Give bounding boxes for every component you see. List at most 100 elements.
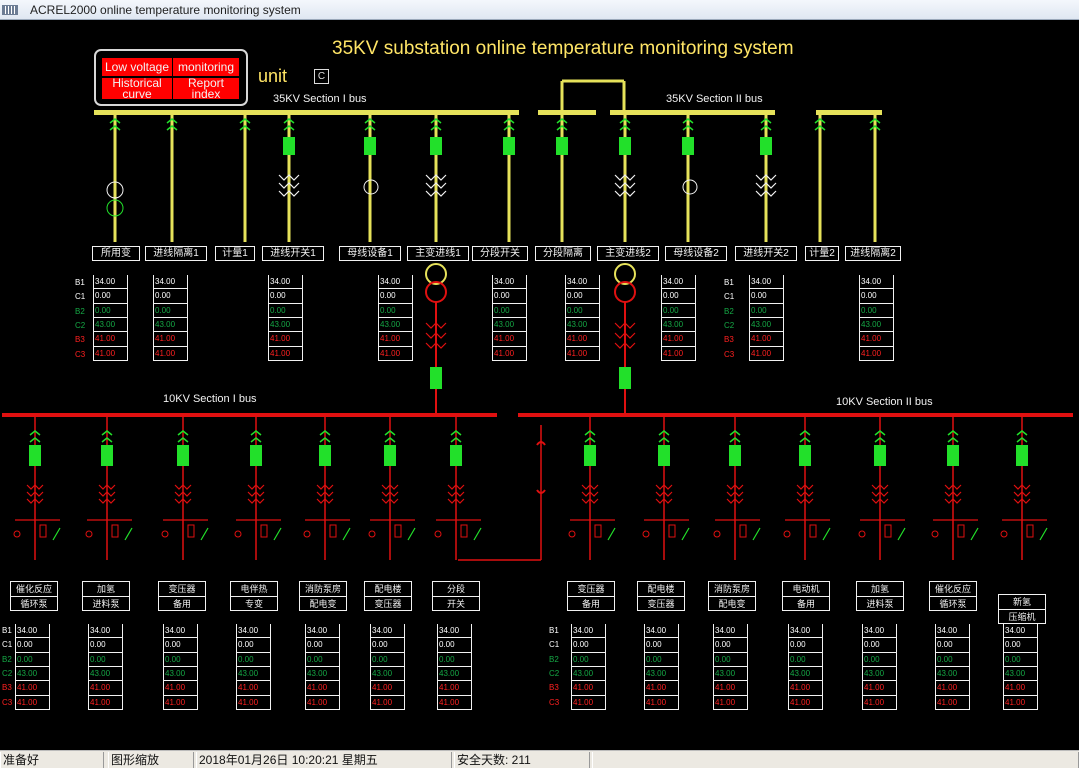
temperature-value-c2: 43.00 (1003, 667, 1038, 682)
bottom-feeder-label-line1: 电动机 (783, 582, 829, 597)
lv-arrester-3 (260, 524, 268, 538)
status-zoom: 图形缩放 (108, 752, 194, 768)
temperature-value-b2: 0.00 (749, 304, 784, 318)
phase-label-c1: C1 (75, 292, 86, 302)
pt-circle-2 (682, 179, 698, 195)
bottom-feeder-label-0[interactable]: 催化反应 循环泵 (10, 581, 58, 611)
temperature-value-b3: 41.00 (492, 332, 527, 347)
temperature-value-c1: 0.00 (935, 638, 970, 653)
temperature-value-c3: 41.00 (437, 696, 472, 710)
report-index-button[interactable]: Report index (173, 78, 239, 99)
temperature-value-c1: 0.00 (1003, 638, 1038, 653)
bottom-feeder-label-9[interactable]: 消防泵房 配电变 (708, 581, 756, 611)
top-feeder-label-6[interactable]: 分段开关 (472, 246, 528, 261)
temperature-value-c2: 43.00 (268, 318, 303, 333)
bottom-feeder-label-11[interactable]: 加氢 进料泵 (856, 581, 904, 611)
bottom-reading-box-2: 34.00 0.00 0.00 43.00 41.00 41.00 (163, 624, 198, 710)
top-feeder-label-1[interactable]: 进线隔离1 (145, 246, 207, 261)
temperature-value-c2: 43.00 (565, 318, 600, 333)
top-feeder-label-11[interactable]: 计量2 (805, 246, 839, 261)
top-feeder-label-4[interactable]: 母线设备1 (339, 246, 401, 261)
top-feeder-label-2[interactable]: 计量1 (215, 246, 255, 261)
hv-bus-2b (816, 110, 882, 115)
lv-meter-8 (642, 530, 650, 538)
top-feeder-label-8[interactable]: 主变进线2 (597, 246, 659, 261)
top-feeder-label-10[interactable]: 进线开关2 (735, 246, 797, 261)
historical-curve-button[interactable]: Historical curve (102, 78, 172, 99)
temperature-value-c2: 43.00 (370, 667, 405, 682)
temperature-value-c1: 0.00 (268, 289, 303, 304)
temperature-value-c2: 43.00 (15, 667, 50, 682)
status-datetime: 2018年01月26日 10:20:21 星期五 (196, 752, 452, 768)
lv-meter-12 (931, 530, 939, 538)
temperature-value-b2: 0.00 (93, 304, 128, 318)
temperature-value-b3: 41.00 (268, 332, 303, 347)
bottom-reading-box-7: 34.00 0.00 0.00 43.00 41.00 41.00 (571, 624, 606, 710)
bottom-feeder-label-4[interactable]: 消防泵房 配电变 (299, 581, 347, 611)
temperature-value-c1: 0.00 (492, 289, 527, 304)
bottom-feeder-label-13[interactable]: 新氢 压缩机 (998, 594, 1046, 624)
temperature-value-c3: 41.00 (713, 696, 748, 710)
lv-meter-9 (713, 530, 721, 538)
temperature-value-c3: 41.00 (153, 347, 188, 361)
lv-switch-13 (1039, 527, 1048, 541)
temperature-value-b1: 34.00 (749, 275, 784, 290)
temperature-value-b2: 0.00 (492, 304, 527, 318)
temperature-value-b1: 34.00 (862, 624, 897, 639)
temperature-value-b1: 34.00 (713, 624, 748, 639)
bottom-reading-box-13: 34.00 0.00 0.00 43.00 41.00 41.00 (1003, 624, 1038, 710)
bottom-feeder-label-5[interactable]: 配电楼 变压器 (364, 581, 412, 611)
hv-bus-2 (610, 110, 775, 115)
unit-selector[interactable]: C (314, 69, 329, 84)
temperature-value-c3: 41.00 (859, 347, 894, 361)
temperature-value-c1: 0.00 (788, 638, 823, 653)
temperature-value-c1: 0.00 (153, 289, 188, 304)
bottom-feeder-label-12[interactable]: 催化反应 循环泵 (929, 581, 977, 611)
temperature-value-b3: 41.00 (370, 681, 405, 696)
temperature-value-c1: 0.00 (749, 289, 784, 304)
bottom-feeder-label-line1: 消防泵房 (300, 582, 346, 597)
bottom-feeder-label-2[interactable]: 变压器 备用 (158, 581, 206, 611)
lv-switch-6 (473, 527, 482, 541)
top-feeder-label-12[interactable]: 进线隔离2 (845, 246, 901, 261)
temperature-value-b1: 34.00 (661, 275, 696, 290)
top-feeder-label-3[interactable]: 进线开关1 (262, 246, 324, 261)
top-feeder-label-7[interactable]: 分段隔离 (535, 246, 591, 261)
lv-arrester-0 (39, 524, 47, 538)
bottom-feeder-label-10[interactable]: 电动机 备用 (782, 581, 830, 611)
top-feeder-label-0[interactable]: 所用变 (92, 246, 140, 261)
temperature-value-c1: 0.00 (370, 638, 405, 653)
temperature-value-b1: 34.00 (644, 624, 679, 639)
lv-meter-7 (568, 530, 576, 538)
bottom-feeder-label-line1: 配电楼 (365, 582, 411, 597)
temperature-value-b3: 41.00 (749, 332, 784, 347)
top-reading-box-7: 34.00 0.00 0.00 43.00 41.00 41.00 (749, 275, 784, 361)
bottom-feeder-label-8[interactable]: 配电楼 变压器 (637, 581, 685, 611)
temperature-value-b3: 41.00 (236, 681, 271, 696)
top-feeder-label-5[interactable]: 主变进线1 (407, 246, 469, 261)
lv-meter-11 (858, 530, 866, 538)
temperature-value-c3: 41.00 (862, 696, 897, 710)
temperature-value-b1: 34.00 (153, 275, 188, 290)
lv-meter-3 (234, 530, 242, 538)
low-voltage-monitoring-button-right[interactable]: monitoring (173, 58, 239, 76)
temperature-value-c3: 41.00 (788, 696, 823, 710)
phase-labels-bottom-2: B1 C1 B2 C2 B3 C3 (549, 624, 567, 710)
lv-bus-1 (2, 413, 497, 417)
temperature-value-b3: 41.00 (565, 332, 600, 347)
bottom-feeder-label-3[interactable]: 电伴热 专变 (230, 581, 278, 611)
phase-label-b3: B3 (724, 335, 734, 345)
lv-breaker-12 (947, 445, 959, 466)
lv-breaker-11 (874, 445, 886, 466)
low-voltage-monitoring-button[interactable]: Low voltage (102, 58, 172, 76)
phase-label-b3: B3 (75, 335, 85, 345)
bottom-feeder-label-line2: 配电变 (718, 599, 746, 609)
bottom-feeder-label-1[interactable]: 加氢 进料泵 (82, 581, 130, 611)
status-safe-days: 安全天数: 211 (454, 752, 590, 768)
top-feeder-label-9[interactable]: 母线设备2 (665, 246, 727, 261)
phase-label-c3: C3 (724, 349, 735, 359)
temperature-value-b1: 34.00 (437, 624, 472, 639)
bottom-feeder-label-7[interactable]: 变压器 备用 (567, 581, 615, 611)
temperature-value-b2: 0.00 (370, 653, 405, 667)
bottom-feeder-label-6[interactable]: 分段 开关 (432, 581, 480, 611)
